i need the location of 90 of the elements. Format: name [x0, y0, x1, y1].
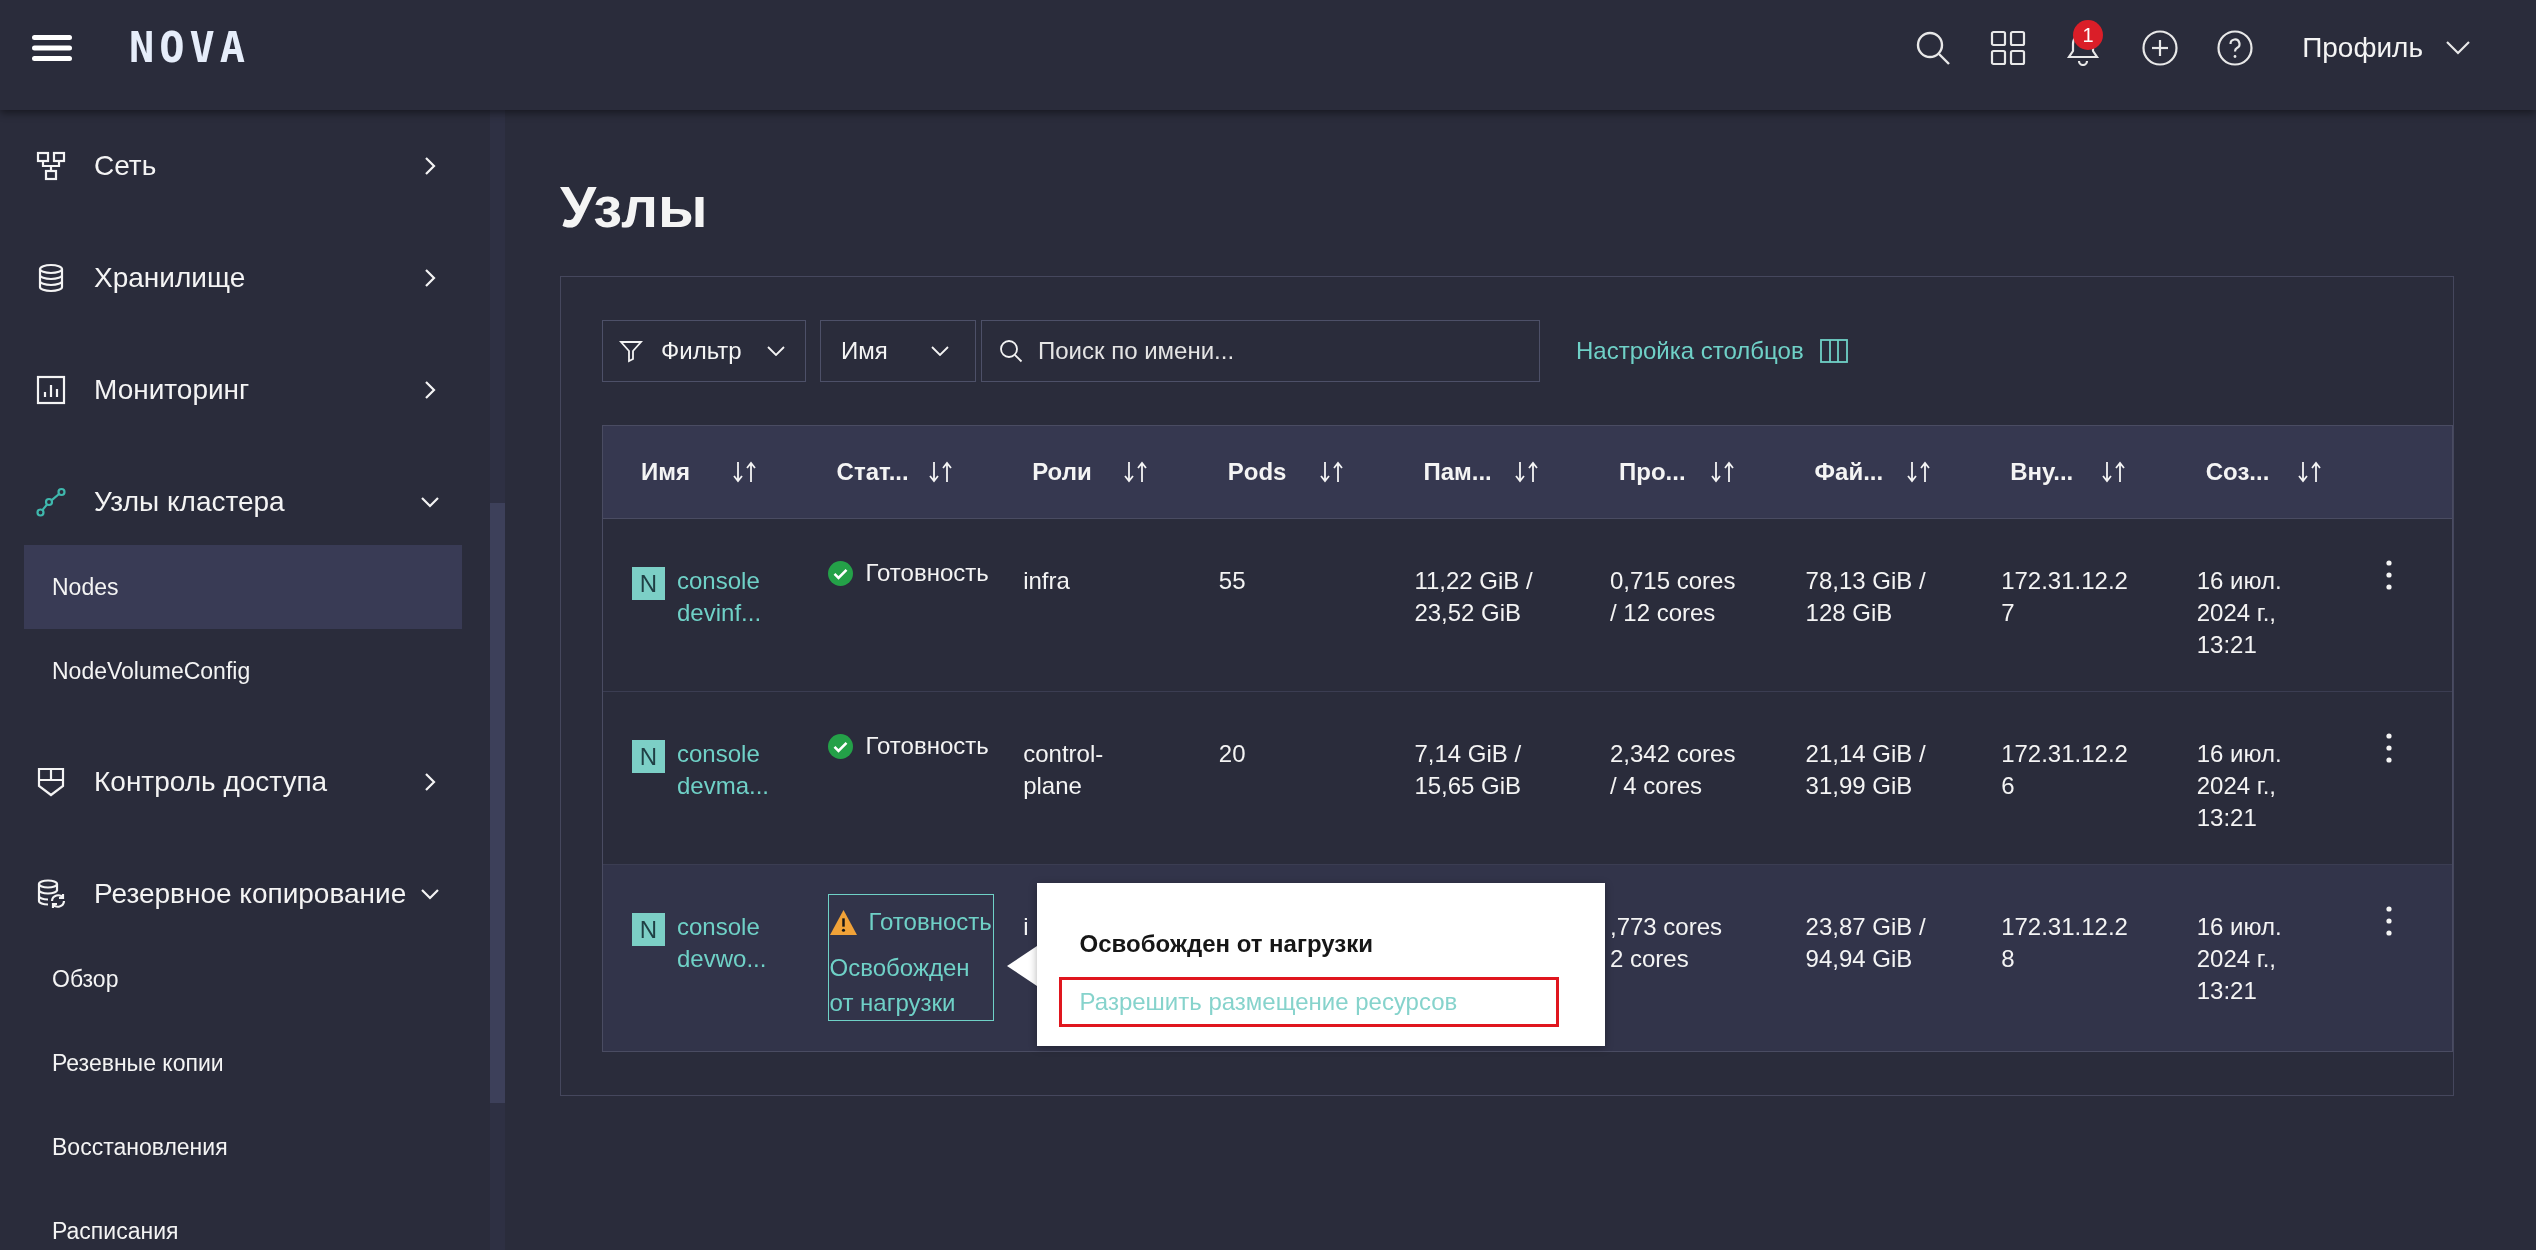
nav-subitem[interactable]: NodeVolumeConfig — [24, 629, 462, 713]
table-cell-text: 11,22 GiB / 23,52 GiB — [1414, 566, 1533, 628]
nav-item[interactable]: Хранилище — [0, 222, 490, 334]
nav-subitem[interactable]: Восстановления — [24, 1105, 462, 1189]
check-circle-icon — [827, 733, 853, 759]
table-cell-text: ,773 cores 2 cores — [1609, 912, 1723, 974]
sort-icon[interactable] — [1123, 460, 1150, 484]
sort-icon[interactable] — [2296, 460, 2323, 484]
table-cell-text: 172.31.12.2 7 — [2001, 566, 2128, 628]
table-cell-text: 23,87 GiB / 94,94 GiB — [1805, 912, 1926, 974]
profile-menu[interactable]: Профиль — [2302, 30, 2470, 66]
status-label: Готовность — [865, 731, 989, 761]
database-sync-icon — [36, 879, 66, 909]
vertical-dots-icon[interactable] — [2384, 905, 2395, 937]
sort-icon[interactable] — [1514, 460, 1541, 484]
search-input[interactable]: Поиск по имени... — [1038, 335, 1527, 367]
table-cell-text: 16 июл. 2024 г., 13:21 — [2196, 739, 2282, 833]
database-icon — [36, 263, 66, 293]
filter-icon — [619, 339, 643, 363]
help-icon[interactable] — [2217, 30, 2254, 66]
nav-item[interactable]: Контроль доступа — [0, 726, 490, 838]
nav-subitem[interactable]: Расписания — [24, 1189, 462, 1250]
chevron-down-icon — [767, 346, 785, 356]
popover-title: Освобожден от нагрузки — [1079, 929, 1374, 959]
column-header: Про... — [1618, 458, 1687, 486]
table-cell-text: control- plane — [1023, 739, 1104, 801]
column-settings-link[interactable]: Настройка столбцов — [1576, 337, 1848, 365]
vertical-dots-icon[interactable] — [2384, 559, 2395, 591]
sort-icon[interactable] — [732, 460, 758, 484]
vertical-dots-icon[interactable] — [2384, 732, 2395, 764]
node-name-link[interactable]: console devinf... — [677, 565, 762, 629]
table-cell-text: 16 июл. 2024 г., 13:21 — [2196, 912, 2282, 1006]
logo[interactable]: NOVA — [129, 27, 251, 69]
sort-icon[interactable] — [927, 460, 954, 484]
nav-item[interactable]: Сеть — [0, 110, 490, 222]
table-cell-text: i — [1023, 912, 1029, 942]
table-cell-text: 2,342 cores / 4 cores — [1609, 739, 1736, 801]
filter-button[interactable]: Фильтр — [602, 320, 806, 382]
nav-item[interactable]: Мониторинг — [0, 334, 490, 446]
grid-icon[interactable] — [1990, 30, 2027, 66]
table-cell-text: 7,14 GiB / 15,65 GiB — [1414, 739, 1522, 801]
plus-circle-icon[interactable] — [2142, 30, 2179, 66]
field-select[interactable]: Имя — [820, 320, 976, 382]
nav-subitem[interactable]: Nodes — [24, 545, 462, 629]
node-name-link[interactable]: console devwo... — [677, 911, 767, 975]
notification-badge: 1 — [2073, 20, 2104, 50]
status-label: Готовность — [865, 558, 989, 588]
search-icon[interactable] — [1915, 30, 1952, 66]
nav-subitem[interactable]: Резевные копии — [24, 1021, 462, 1105]
column-header: Фай... — [1814, 458, 1885, 486]
column-header: Стат... — [836, 458, 910, 486]
table-cell-text: 172.31.12.2 8 — [2001, 912, 2128, 974]
table-cell-text: 78,13 GiB / 128 GiB — [1805, 566, 1926, 628]
sort-icon[interactable] — [2101, 460, 2128, 484]
table-cell-text: 0,715 cores / 12 cores — [1609, 566, 1736, 628]
column-header: Pods — [1227, 458, 1288, 486]
column-header: Пам... — [1423, 458, 1493, 486]
status-button[interactable]: Готовность Освобожден от нагрузки — [827, 894, 994, 1021]
column-header: Имя — [641, 458, 691, 486]
column-header: Роли — [1032, 458, 1093, 486]
column-header: Вну... — [2010, 458, 2075, 486]
network-icon — [36, 151, 66, 181]
sort-icon[interactable] — [1318, 460, 1345, 484]
table-cell-text: 21,14 GiB / 31,99 GiB — [1805, 739, 1926, 801]
search-icon — [999, 339, 1023, 363]
nodes-icon — [36, 487, 66, 517]
scrollbar-track[interactable] — [490, 110, 505, 1250]
warning-icon — [829, 909, 857, 935]
chart-icon — [36, 375, 66, 405]
chevron-down-icon — [931, 346, 949, 356]
sort-icon[interactable] — [1905, 460, 1932, 484]
sort-icon[interactable] — [1709, 460, 1736, 484]
check-circle-icon — [827, 560, 853, 586]
shield-icon — [36, 767, 66, 797]
table-cell-text: 172.31.12.2 6 — [2001, 739, 2128, 801]
menu-icon[interactable] — [32, 35, 72, 61]
table-cell-text: 55 — [1218, 566, 1246, 596]
column-header: Соз... — [2205, 458, 2271, 486]
table-cell-text: 16 июл. 2024 г., 13:21 — [2196, 566, 2282, 660]
node-type-badge: N — [632, 913, 665, 946]
chevron-down-icon — [2446, 41, 2470, 55]
node-type-badge: N — [632, 740, 665, 773]
scrollbar-thumb[interactable] — [490, 503, 505, 1103]
columns-icon — [1819, 339, 1848, 363]
table-cell-text: infra — [1023, 566, 1070, 596]
node-name-link[interactable]: console devma... — [677, 738, 770, 802]
search-field[interactable]: Поиск по имени... — [981, 320, 1540, 382]
page-title: Узлы — [560, 173, 708, 241]
table-cell-text: 20 — [1218, 739, 1246, 769]
node-type-badge: N — [632, 567, 665, 600]
